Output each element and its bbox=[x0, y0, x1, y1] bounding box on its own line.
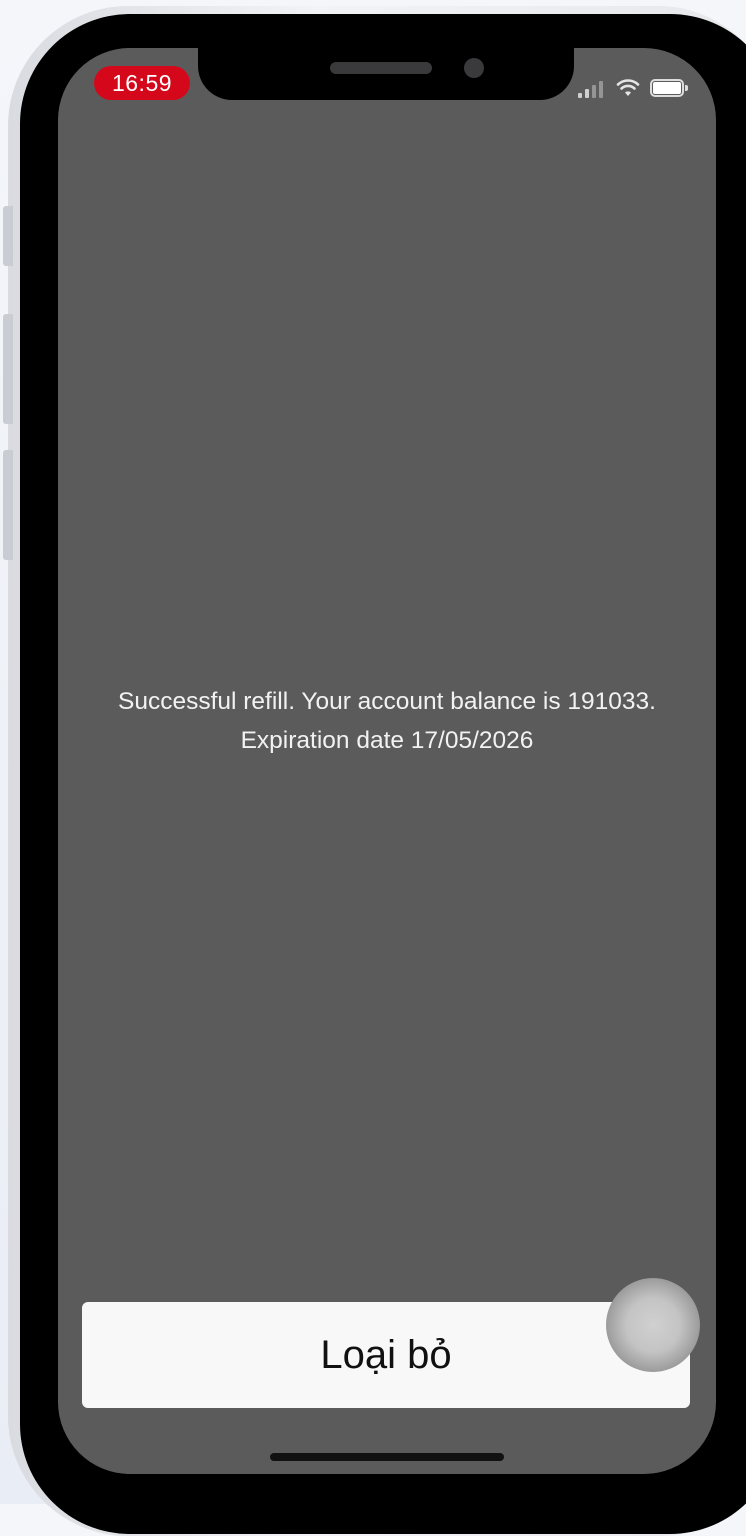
wifi-icon bbox=[616, 79, 640, 96]
message-line-balance: Successful refill. Your account balance … bbox=[118, 688, 656, 715]
home-indicator[interactable] bbox=[270, 1453, 504, 1461]
speaker-grille bbox=[330, 62, 432, 74]
status-icons bbox=[578, 76, 690, 100]
touch-indicator bbox=[606, 1278, 700, 1372]
side-button-volume-up bbox=[3, 314, 13, 424]
notch bbox=[198, 48, 574, 100]
signal-icon bbox=[578, 78, 606, 98]
phone-screen: 16:59 Successful refill. Your account ba… bbox=[58, 48, 716, 1474]
front-camera bbox=[464, 58, 484, 78]
dismiss-button[interactable]: Loại bỏ bbox=[82, 1302, 690, 1408]
battery-icon bbox=[650, 79, 690, 97]
side-button-silent bbox=[3, 206, 13, 266]
status-time: 16:59 bbox=[94, 66, 190, 100]
message-line-expiration: Expiration date 17/05/2026 bbox=[240, 727, 534, 754]
side-button-volume-down bbox=[3, 450, 13, 560]
refill-message: Successful refill. Your account balance … bbox=[58, 682, 716, 760]
